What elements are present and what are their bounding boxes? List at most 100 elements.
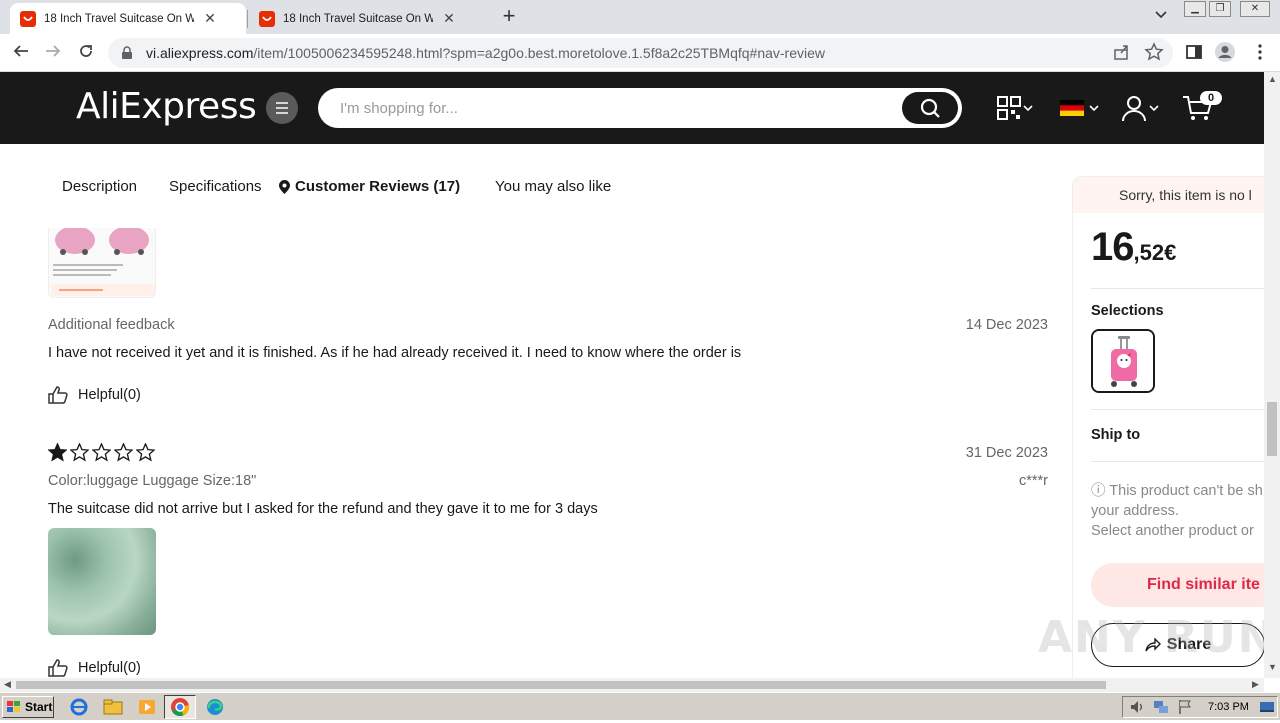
tab-specifications[interactable]: Specifications bbox=[169, 178, 262, 195]
account-menu[interactable] bbox=[1120, 92, 1160, 124]
volume-icon[interactable] bbox=[1129, 699, 1145, 715]
vertical-scrollbar[interactable]: ▲ ▼ bbox=[1264, 72, 1280, 678]
minimize-window-button[interactable]: ▁ bbox=[1184, 1, 1206, 17]
search-button[interactable] bbox=[902, 92, 958, 124]
qr-code-menu[interactable] bbox=[996, 92, 1034, 124]
browser-tab-2[interactable]: 18 Inch Travel Suitcase On Wheels Th ✕ bbox=[249, 3, 485, 34]
vertical-scroll-thumb[interactable] bbox=[1267, 402, 1277, 456]
chevron-down-icon bbox=[1089, 105, 1099, 112]
purchase-side-panel: Sorry, this item is no l 16,52€ Selectio… bbox=[1072, 176, 1264, 678]
qr-code-icon bbox=[997, 96, 1021, 120]
horizontal-scroll-thumb[interactable] bbox=[16, 681, 1106, 689]
reviews-list: Additional feedback 14 Dec 2023 I have n… bbox=[0, 228, 1072, 678]
shipping-unavailable-message: ⓘ This product can't be sh your address.… bbox=[1091, 481, 1263, 541]
back-arrow-icon[interactable] bbox=[10, 42, 32, 64]
tab-search-chevron-icon[interactable] bbox=[1154, 7, 1168, 24]
aliexpress-logo[interactable]: AliExpress bbox=[76, 86, 257, 127]
bookmark-star-icon[interactable] bbox=[1144, 42, 1164, 62]
url-path: /item/1005006234595248.html?spm=a2g0o.be… bbox=[253, 45, 826, 61]
pink-suitcase-image bbox=[1093, 331, 1153, 391]
star-filled-icon bbox=[48, 443, 67, 462]
anyrun-watermark: ANY RUN bbox=[1038, 612, 1277, 663]
close-tab-icon[interactable]: ✕ bbox=[441, 10, 457, 27]
search-input[interactable] bbox=[340, 96, 900, 120]
media-player-icon[interactable] bbox=[136, 697, 158, 717]
scroll-right-arrow-icon[interactable]: ▶ bbox=[1252, 679, 1259, 690]
helpful-count: Helpful(0) bbox=[78, 660, 141, 676]
divider bbox=[1091, 288, 1264, 289]
hamburger-menu-icon[interactable] bbox=[266, 92, 298, 124]
system-tray bbox=[1122, 696, 1278, 718]
restore-window-button[interactable]: ❐ bbox=[1209, 1, 1231, 17]
scroll-up-arrow-icon[interactable]: ▲ bbox=[1268, 74, 1277, 84]
tab-you-may-also-like[interactable]: You may also like bbox=[495, 178, 611, 195]
start-button[interactable]: Start bbox=[2, 696, 54, 718]
germany-flag-icon bbox=[1060, 100, 1084, 116]
find-similar-button[interactable]: Find similar ite bbox=[1091, 563, 1264, 607]
close-tab-icon[interactable]: ✕ bbox=[202, 10, 218, 27]
new-tab-button[interactable]: + bbox=[498, 5, 520, 28]
review-text: The suitcase did not arrive but I asked … bbox=[48, 501, 598, 517]
helpful-count: Helpful(0) bbox=[78, 387, 141, 403]
browser-tab-1[interactable]: 18 Inch Travel Suitcase On Wheels Th ✕ bbox=[10, 3, 246, 34]
review-photo-thumbnail[interactable] bbox=[48, 528, 156, 635]
thumbs-up-icon bbox=[48, 659, 68, 677]
internet-explorer-icon[interactable] bbox=[68, 697, 90, 717]
additional-feedback-label: Additional feedback bbox=[48, 317, 175, 333]
review-text: I have not received it yet and it is fin… bbox=[48, 345, 742, 361]
star-empty-icon bbox=[136, 443, 155, 462]
review-sku-info: Color:luggage Luggage Size:18" bbox=[48, 473, 257, 489]
network-icon[interactable] bbox=[1153, 699, 1169, 715]
scroll-down-arrow-icon[interactable]: ▼ bbox=[1268, 662, 1277, 672]
cart-count-badge: 0 bbox=[1200, 91, 1222, 105]
edge-icon[interactable] bbox=[204, 697, 226, 717]
scroll-left-arrow-icon[interactable]: ◀ bbox=[4, 679, 11, 690]
side-panel-icon[interactable] bbox=[1184, 42, 1204, 62]
country-selector[interactable] bbox=[1060, 92, 1100, 124]
location-pin-icon bbox=[279, 179, 290, 194]
reload-icon[interactable] bbox=[75, 42, 97, 64]
divider bbox=[1091, 409, 1264, 410]
tab-separator bbox=[247, 10, 248, 28]
shipping-message-line: ⓘ This product can't be sh bbox=[1091, 483, 1263, 499]
user-icon bbox=[1122, 96, 1146, 122]
profile-avatar-icon[interactable] bbox=[1214, 41, 1236, 63]
start-label: Start bbox=[25, 700, 53, 714]
search-box bbox=[318, 88, 962, 128]
windows-logo-icon bbox=[7, 701, 20, 712]
tab-description[interactable]: Description bbox=[62, 178, 137, 195]
product-price: 16,52€ bbox=[1091, 225, 1176, 270]
horizontal-scrollbar[interactable]: ◀ ▶ bbox=[0, 678, 1264, 692]
product-screenshot-image bbox=[49, 228, 155, 297]
review-date: 14 Dec 2023 bbox=[965, 317, 1048, 333]
chrome-icon bbox=[171, 698, 190, 717]
show-desktop-icon[interactable] bbox=[1259, 699, 1275, 715]
aliexpress-favicon-icon bbox=[259, 10, 275, 27]
thumbs-up-icon bbox=[48, 386, 68, 404]
review-date: 31 Dec 2023 bbox=[965, 445, 1048, 461]
lock-icon bbox=[122, 46, 132, 59]
browser-menu-icon[interactable] bbox=[1250, 42, 1270, 62]
star-empty-icon bbox=[114, 443, 133, 462]
browser-toolbar: vi.aliexpress.com/item/1005006234595248.… bbox=[0, 34, 1280, 72]
chevron-down-icon bbox=[1023, 105, 1033, 112]
item-unavailable-notice: Sorry, this item is no l bbox=[1073, 177, 1264, 213]
share-page-icon[interactable] bbox=[1112, 42, 1132, 62]
chrome-taskbar-button[interactable] bbox=[164, 695, 196, 719]
close-window-button[interactable]: ✕ bbox=[1240, 1, 1270, 17]
tab-title: 18 Inch Travel Suitcase On Wheels Th bbox=[283, 12, 433, 25]
address-bar[interactable]: vi.aliexpress.com/item/1005006234595248.… bbox=[108, 38, 1173, 68]
url-host: vi.aliexpress.com bbox=[146, 45, 254, 61]
helpful-button[interactable]: Helpful(0) bbox=[48, 659, 141, 677]
price-decimal: ,52€ bbox=[1133, 240, 1177, 265]
product-section-tabs: Description Specifications Customer Revi… bbox=[0, 144, 1072, 228]
selected-variant-thumbnail[interactable] bbox=[1091, 329, 1155, 393]
helpful-button[interactable]: Helpful(0) bbox=[48, 386, 141, 404]
review-image-thumbnail[interactable] bbox=[48, 228, 156, 298]
site-header: AliExpress 0 bbox=[0, 72, 1264, 144]
divider bbox=[1091, 461, 1264, 462]
file-explorer-icon[interactable] bbox=[102, 697, 124, 717]
tab-customer-reviews[interactable]: Customer Reviews (17) bbox=[279, 178, 460, 195]
forward-arrow-icon[interactable] bbox=[42, 42, 64, 64]
action-center-flag-icon[interactable] bbox=[1177, 699, 1193, 715]
